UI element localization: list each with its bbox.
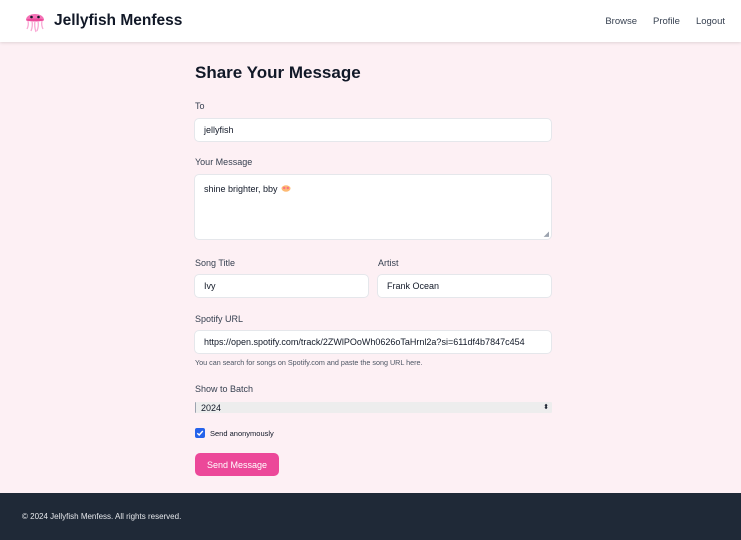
- nav-links: Browse Profile Logout: [605, 16, 731, 27]
- copyright-text: © 2024 Jellyfish Menfess. All rights res…: [22, 512, 182, 521]
- navbar: Jellyfish Menfess Browse Profile Logout: [0, 0, 741, 42]
- batch-label: Show to Batch: [195, 384, 254, 394]
- footer: © 2024 Jellyfish Menfess. All rights res…: [0, 493, 741, 540]
- spotify-url-input[interactable]: https://open.spotify.com/track/2ZWlPOoWh…: [194, 330, 552, 354]
- spotify-helper-text: You can search for songs on Spotify.com …: [195, 358, 423, 367]
- message-text: shine brighter, bby: [204, 184, 278, 194]
- anonymous-option: Send anonymously: [195, 428, 274, 438]
- page-title: Share Your Message: [195, 63, 361, 82]
- anonymous-checkbox[interactable]: [195, 428, 205, 438]
- artist-label: Artist: [378, 258, 399, 268]
- to-label: To: [195, 101, 205, 111]
- batch-select[interactable]: 2024 ⬍: [195, 402, 552, 413]
- nav-link-profile[interactable]: Profile: [653, 16, 680, 27]
- nav-link-browse[interactable]: Browse: [605, 16, 637, 27]
- message-textarea[interactable]: shine brighter, bby ◢: [194, 174, 552, 240]
- song-title-label: Song Title: [195, 258, 236, 268]
- face-emoji-icon: [281, 184, 291, 192]
- song-title-input[interactable]: Ivy: [194, 274, 369, 298]
- to-input[interactable]: jellyfish: [194, 118, 552, 142]
- brand-name[interactable]: Jellyfish Menfess: [54, 12, 182, 30]
- jellyfish-icon[interactable]: [22, 7, 48, 35]
- resize-handle-icon[interactable]: ◢: [544, 231, 549, 238]
- send-message-button[interactable]: Send Message: [195, 453, 279, 476]
- artist-input[interactable]: Frank Ocean: [377, 274, 552, 298]
- message-label: Your Message: [195, 157, 253, 167]
- anonymous-label[interactable]: Send anonymously: [210, 429, 274, 438]
- batch-selected-value: 2024: [201, 402, 222, 413]
- nav-link-logout[interactable]: Logout: [696, 16, 725, 27]
- up-down-chevron-icon: ⬍: [543, 404, 549, 411]
- checkmark-icon: [196, 430, 204, 437]
- spotify-url-label: Spotify URL: [195, 314, 244, 324]
